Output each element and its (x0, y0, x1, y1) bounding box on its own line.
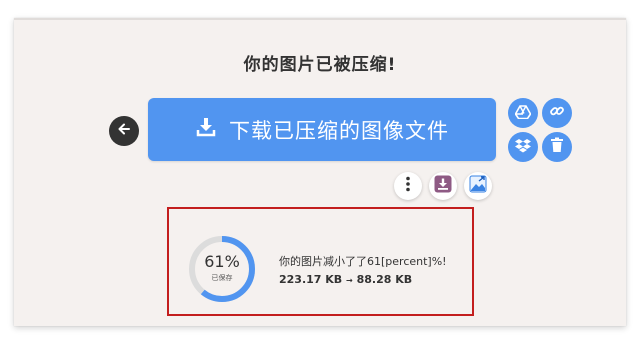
percent-saved-value: 61% (204, 252, 240, 271)
save-download-icon (434, 175, 452, 197)
dropbox-icon (515, 138, 531, 157)
download-compressed-button[interactable]: 下载已压缩的图像文件 (148, 98, 496, 161)
size-arrow: → (346, 276, 353, 285)
saved-label: 已保存 (211, 274, 233, 282)
delete-button[interactable] (542, 132, 572, 162)
download-button-label: 下载已压缩的图像文件 (229, 118, 449, 143)
page-title: 你的图片已被压缩! (243, 55, 397, 75)
compression-result-box: 61% 已保存 你的图片减小了了61[percent]%! 223.17 KB … (167, 207, 474, 316)
download-icon (195, 116, 217, 143)
result-card: 你的图片已被压缩! 下载已压缩的图像文件 61% 已保存 你的图片减小了了61[… (14, 18, 626, 326)
reduction-message: 你的图片减小了了61[percent]%! (279, 255, 447, 268)
back-button[interactable] (109, 116, 139, 146)
resize-image-button[interactable] (464, 172, 492, 200)
trash-icon (550, 137, 564, 157)
google-drive-button[interactable] (508, 98, 538, 128)
copy-link-button[interactable] (542, 98, 572, 128)
size-after: 88.28 KB (356, 273, 413, 286)
more-vert-icon (405, 176, 411, 196)
more-options-button[interactable] (394, 172, 422, 200)
size-comparison: 223.17 KB → 88.28 KB (279, 273, 412, 286)
save-image-button[interactable] (429, 172, 457, 200)
link-icon (549, 103, 565, 123)
arrow-left-icon (116, 121, 132, 141)
google-drive-icon (514, 104, 532, 123)
dropbox-button[interactable] (508, 132, 538, 162)
size-before: 223.17 KB (279, 273, 343, 286)
image-resize-icon (469, 175, 487, 197)
